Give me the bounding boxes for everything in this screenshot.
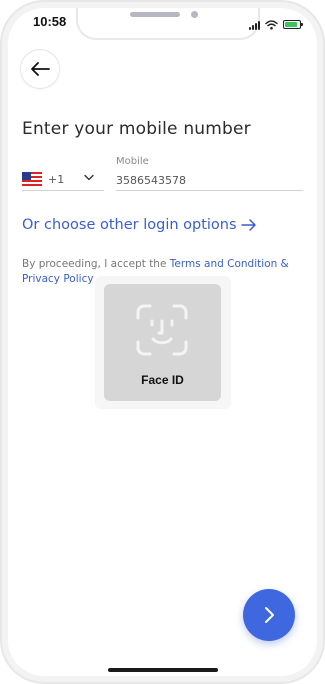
chevron-down-icon [84,174,94,181]
face-id-label: Face ID [141,373,184,387]
device-notch [76,8,260,40]
face-id-icon [136,304,188,356]
back-button[interactable] [21,50,59,88]
front-camera [191,11,198,18]
terms-prefix: By proceeding, I accept the [22,258,170,270]
country-code: +1 [48,172,65,186]
mobile-number-input[interactable] [116,171,303,191]
other-login-label: Or choose other login options [22,217,237,233]
mobile-label: Mobile [116,156,149,167]
cellular-signal-icon [249,20,260,30]
arrow-left-icon [31,62,50,76]
speaker-grille [130,12,180,17]
wifi-icon [265,15,278,34]
face-id-overlay: Face ID [95,276,231,409]
status-icons [249,15,303,34]
country-code-select[interactable]: +1 [22,168,104,191]
next-button[interactable] [243,589,295,641]
face-id-prompt[interactable]: Face ID [104,284,221,401]
phone-screen: 10:58 Enter your mobile number +1 Mobile… [8,8,317,676]
other-login-options-link[interactable]: Or choose other login options [22,217,257,233]
battery-icon [283,20,303,29]
chevron-right-icon [265,607,274,623]
us-flag-icon [22,172,42,186]
page-title: Enter your mobile number [22,119,251,139]
home-indicator [108,668,218,672]
status-time: 10:58 [33,14,67,29]
arrow-right-icon [240,219,256,231]
